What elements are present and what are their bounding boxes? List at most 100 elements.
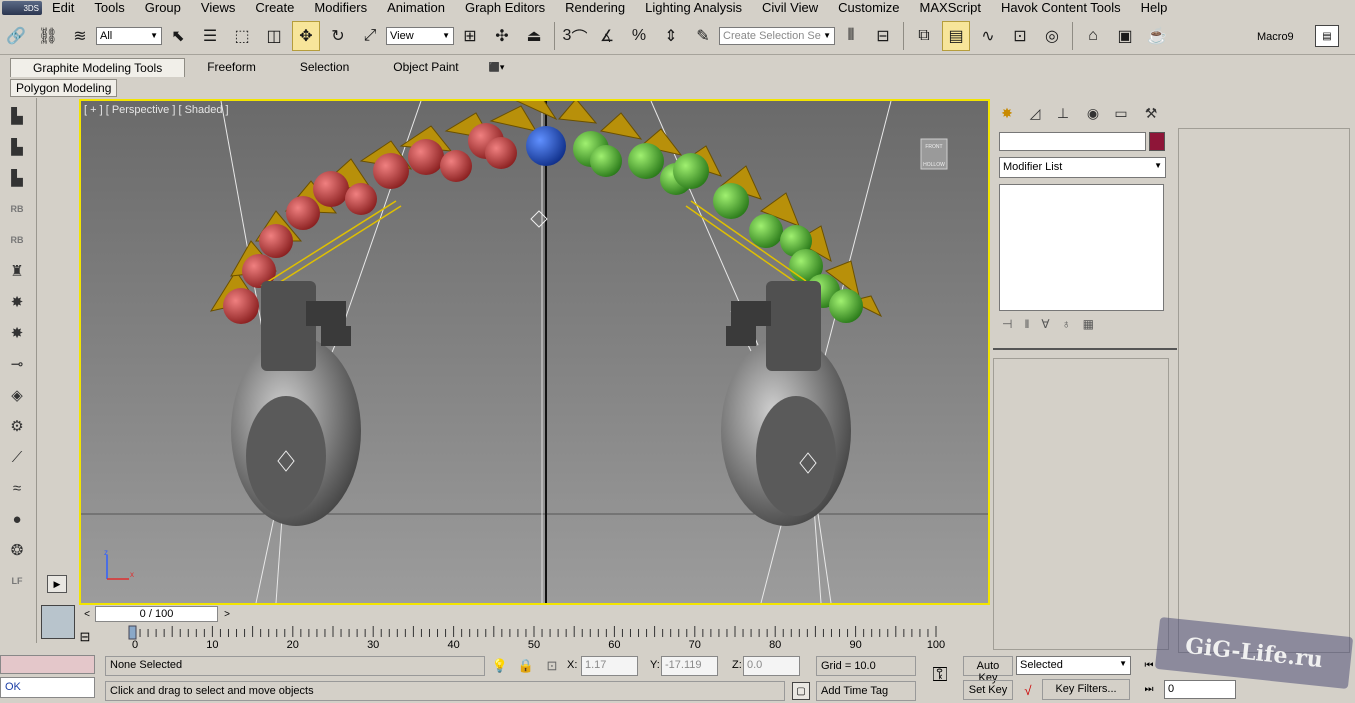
menu-help[interactable]: Help (1131, 0, 1178, 16)
app-logo[interactable]: 3DS (2, 1, 42, 15)
track-bar[interactable]: ⊟ 0 10 20 30 40 50 60 70 80 90 100 (79, 624, 990, 652)
align-icon[interactable]: ⊟ (869, 21, 897, 51)
play-icon[interactable]: ▶ (47, 575, 67, 593)
maxscript-result[interactable]: OK (0, 677, 95, 698)
wind-icon[interactable]: ≈ (4, 475, 30, 501)
remove-modifier-icon[interactable]: ♁ (1062, 317, 1071, 335)
chevron-left-icon[interactable]: < (79, 607, 95, 621)
display-tab-icon[interactable]: ▭ (1110, 102, 1132, 124)
unlink-icon[interactable]: ⛓ (34, 21, 62, 51)
viewcube[interactable]: FRONT HOLLOW (919, 135, 949, 175)
named-selection-sets-dropdown[interactable]: Create Selection Se ▼ (719, 26, 835, 45)
ribbon-options-icon[interactable]: ⬛▾ (481, 58, 513, 76)
menu-lighting-analysis[interactable]: Lighting Analysis (635, 0, 752, 16)
graphite-toggle-icon[interactable]: ▤ (942, 20, 970, 51)
panel-polygon-modeling[interactable]: Polygon Modeling (10, 79, 118, 97)
layer-freeze-icon[interactable]: LF (4, 568, 30, 594)
isolate-selection-icon[interactable]: 💡 (492, 657, 508, 675)
modifier-list-dropdown[interactable]: Modifier List ▼ (999, 157, 1166, 178)
mini-viewport[interactable] (41, 605, 75, 639)
select-and-move-icon[interactable]: ✥ (292, 20, 320, 51)
tab-object-paint[interactable]: Object Paint (371, 58, 480, 76)
motor-icon[interactable]: ⚙ (4, 413, 30, 439)
chevron-right-icon[interactable]: > (219, 607, 235, 621)
reactor-tool-icon[interactable]: ▙ (4, 134, 30, 160)
tab-selection[interactable]: Selection (278, 58, 371, 76)
x-coordinate-field[interactable]: 1.17 (581, 656, 638, 676)
add-time-tag[interactable]: Add Time Tag (816, 681, 916, 701)
absolute-mode-icon[interactable]: ⊡ (544, 657, 560, 675)
curve-editor-icon[interactable]: ∿ (974, 21, 1002, 51)
point-icon[interactable]: ⊸ (4, 351, 30, 377)
select-and-scale-icon[interactable]: ⤢ (356, 21, 384, 51)
manipulate-icon[interactable]: ✣ (488, 21, 516, 51)
current-frame-field[interactable]: 0 (1164, 680, 1236, 699)
render-setup-icon[interactable]: ⌂ (1079, 21, 1107, 51)
key-mode-toggle-icon[interactable]: ⏭ (1140, 681, 1158, 697)
window-crossing-icon[interactable]: ◫ (260, 21, 288, 51)
utilities-tab-icon[interactable]: ⚒ (1140, 102, 1162, 124)
fracture-icon[interactable]: ✸ (4, 289, 30, 315)
perspective-viewport[interactable]: [ + ] [ Perspective ] [ Shaded ] FRONT H… (79, 99, 990, 605)
menu-maxscript[interactable]: MAXScript (910, 0, 991, 16)
fracture-icon[interactable]: ✸ (4, 320, 30, 346)
menu-havok-content-tools[interactable]: Havok Content Tools (991, 0, 1131, 16)
set-key-button[interactable]: Set Key (963, 680, 1013, 700)
reference-coordinate-dropdown[interactable]: View ▼ (386, 26, 454, 45)
particles-icon[interactable]: ❂ (4, 537, 30, 563)
menu-modifiers[interactable]: Modifiers (304, 0, 377, 16)
menu-rendering[interactable]: Rendering (555, 0, 635, 16)
object-color-swatch[interactable] (1149, 132, 1165, 151)
viewport-label[interactable]: [ + ] [ Perspective ] [ Shaded ] (84, 104, 229, 116)
render-production-icon[interactable]: ☕ (1143, 21, 1171, 51)
z-coordinate-field[interactable]: 0.0 (743, 656, 800, 676)
menu-create[interactable]: Create (245, 0, 304, 16)
rendered-frame-window-icon[interactable]: ▣ (1111, 21, 1139, 51)
tab-freeform[interactable]: Freeform (185, 58, 278, 76)
material-editor-icon[interactable]: ◎ (1038, 21, 1066, 51)
maxscript-listener-icon[interactable]: ▤ (1315, 25, 1339, 47)
selection-filter-dropdown[interactable]: All ▼ (96, 26, 162, 45)
show-end-result-icon[interactable]: ‖ (1024, 317, 1029, 335)
menu-edit[interactable]: Edit (42, 0, 84, 16)
menu-views[interactable]: Views (191, 0, 245, 16)
modify-tab-icon[interactable]: ◿ (1024, 102, 1046, 124)
motion-tab-icon[interactable]: ◉ (1082, 102, 1104, 124)
snaps-toggle-icon[interactable]: 3 ⌒ (561, 21, 589, 51)
schematic-view-icon[interactable]: ⊡ (1006, 21, 1034, 51)
key-filters-button[interactable]: Key Filters... (1042, 679, 1130, 700)
layer-manager-icon[interactable]: ⧉ (910, 21, 938, 51)
pivot-center-icon[interactable]: ⊞ (456, 21, 484, 51)
menu-animation[interactable]: Animation (377, 0, 455, 16)
mirror-icon[interactable]: ⫴ (837, 21, 865, 51)
sphere-icon[interactable]: ● (4, 506, 30, 532)
menu-customize[interactable]: Customize (828, 0, 909, 16)
angle-snap-icon[interactable]: ∡ (593, 21, 621, 51)
create-tab-icon[interactable]: ✸ (996, 102, 1018, 124)
select-and-rotate-icon[interactable]: ↻ (324, 21, 352, 51)
tab-graphite-modeling-tools[interactable]: Graphite Modeling Tools (10, 57, 186, 77)
rigid-body-icon[interactable]: RB (4, 196, 30, 222)
time-tag-icon[interactable]: ▢ (792, 682, 810, 700)
maxscript-mini-listener[interactable] (0, 655, 95, 674)
percent-snap-icon[interactable]: % (625, 21, 653, 51)
select-by-name-icon[interactable]: ☰ (196, 21, 224, 51)
spinner-snap-icon[interactable]: ⇕ (657, 21, 685, 51)
auto-key-button[interactable]: Auto Key (963, 656, 1013, 684)
object-name-field[interactable] (999, 132, 1146, 151)
time-cursor[interactable] (128, 625, 137, 640)
configure-modifier-sets-icon[interactable]: ▦ (1083, 317, 1094, 335)
select-object-icon[interactable]: ⬉ (164, 21, 192, 51)
hierarchy-tab-icon[interactable]: ⊥ (1052, 102, 1074, 124)
plane-icon[interactable]: ◈ (4, 382, 30, 408)
menu-civil-view[interactable]: Civil View (752, 0, 828, 16)
reactor-tool-icon[interactable]: ▙ (4, 165, 30, 191)
edit-named-selection-icon[interactable]: ✎ (689, 21, 717, 51)
time-slider[interactable]: 0 / 100 (95, 606, 218, 622)
key-mode-dropdown[interactable]: Selected ▼ (1016, 656, 1131, 675)
pin-stack-icon[interactable]: ⊣ (1002, 317, 1012, 335)
spring-icon[interactable]: ⟋ (4, 444, 30, 470)
y-coordinate-field[interactable]: -17.119 (661, 656, 718, 676)
set-key-icon[interactable]: ⚿ (925, 663, 955, 687)
make-unique-icon[interactable]: ∀ (1041, 317, 1049, 335)
